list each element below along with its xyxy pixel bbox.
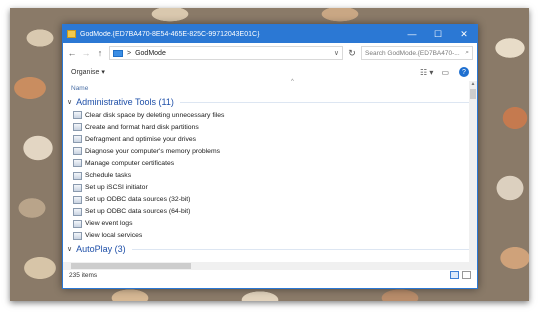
group-divider — [131, 248, 469, 250]
large-icons-view-icon[interactable] — [462, 271, 471, 279]
group-divider — [179, 101, 469, 103]
item-count: 235 items — [69, 271, 98, 279]
address-dropdown-icon[interactable]: ∨ — [334, 49, 339, 57]
group-label: AutoPlay (3) — [76, 244, 126, 255]
minimize-button[interactable]: — — [399, 25, 425, 43]
scroll-thumb[interactable] — [71, 263, 191, 269]
tool-icon — [73, 135, 82, 144]
back-button[interactable]: ← — [67, 48, 77, 58]
chevron-down-icon[interactable]: ∨ — [67, 245, 72, 253]
list-item[interactable]: Set up iSCSI initiator — [63, 182, 477, 194]
organise-button[interactable]: Organise ▾ — [71, 68, 412, 76]
tool-icon — [73, 171, 82, 180]
list-item-label: Diagnose your computer's memory problems — [85, 147, 221, 155]
list-item-label: Manage computer certificates — [85, 159, 175, 167]
scroll-up-icon[interactable]: ▲ — [469, 81, 477, 89]
vertical-scrollbar[interactable]: ▲ — [469, 81, 477, 270]
list-item[interactable]: View local services — [63, 230, 477, 242]
horizontal-scrollbar[interactable] — [63, 262, 469, 270]
tool-icon — [73, 231, 82, 240]
tool-icon — [73, 219, 82, 228]
address-bar[interactable]: > GodMode ∨ — [109, 46, 343, 60]
view-options-icon[interactable]: ☷ ▾ — [420, 68, 433, 77]
group-header-administrative-tools[interactable]: ∨ Administrative Tools (11) — [63, 95, 477, 109]
tool-icon — [73, 147, 82, 156]
column-name-label: Name — [71, 84, 89, 92]
list-item-label: Clear disk space by deleting unnecessary… — [85, 111, 225, 119]
command-bar: Organise ▾ ☷ ▾ ▭ ? — [63, 63, 477, 81]
list-item[interactable]: Schedule tasks — [63, 169, 477, 181]
list-item-label: Set up iSCSI initiator — [85, 184, 148, 192]
list-item[interactable]: Create and format hard disk partitions — [63, 121, 477, 133]
list-item-label: Schedule tasks — [85, 172, 132, 180]
list-item[interactable]: Defragment and optimise your drives — [63, 133, 477, 145]
breadcrumb-separator[interactable]: > — [127, 50, 131, 57]
address-row: ← → ↑ > GodMode ∨ ↻ Search GodMode.{ED7B… — [63, 43, 477, 63]
list-item-label: Create and format hard disk partitions — [85, 123, 199, 131]
list-item-label: View event logs — [85, 220, 133, 228]
sort-indicator-icon: ^ — [291, 79, 294, 85]
scroll-thumb[interactable] — [470, 89, 476, 99]
list-item-label: Set up ODBC data sources (32-bit) — [85, 196, 191, 204]
group-header-autoplay[interactable]: ∨ AutoPlay (3) — [63, 242, 477, 256]
search-placeholder: Search GodMode.{ED7BA470-... — [365, 49, 460, 57]
tool-icon — [73, 123, 82, 132]
up-button[interactable]: ↑ — [95, 48, 105, 58]
list-item[interactable]: Diagnose your computer's memory problems — [63, 145, 477, 157]
list-item-label: Defragment and optimise your drives — [85, 135, 197, 143]
refresh-button[interactable]: ↻ — [347, 48, 357, 59]
list-item-label: Set up ODBC data sources (64-bit) — [85, 208, 191, 216]
tool-icon — [73, 159, 82, 168]
tool-icon — [73, 195, 82, 204]
tool-icon — [73, 111, 82, 120]
chevron-down-icon[interactable]: ∨ — [67, 98, 72, 106]
window-title: GodMode.{ED7BA470-8E54-465E-825C-9971204… — [80, 30, 260, 38]
control-panel-icon — [113, 49, 123, 57]
list-item[interactable]: Clear disk space by deleting unnecessary… — [63, 109, 477, 121]
list-item-label: View local services — [85, 232, 143, 240]
group-label: Administrative Tools (11) — [76, 97, 174, 107]
tool-icon — [73, 183, 82, 192]
tool-icon — [73, 207, 82, 216]
title-bar[interactable]: GodMode.{ED7BA470-8E54-465E-825C-9971204… — [63, 25, 477, 43]
search-icon: ⌕ — [465, 49, 469, 56]
details-view-icon[interactable] — [450, 271, 459, 279]
search-input[interactable]: Search GodMode.{ED7BA470-... ⌕ — [361, 46, 473, 60]
column-header-name[interactable]: Name ^ — [63, 79, 477, 95]
status-bar: 235 items — [63, 270, 477, 280]
help-button[interactable]: ? — [459, 67, 469, 77]
folder-icon — [67, 30, 76, 38]
maximize-button[interactable]: ☐ — [425, 25, 451, 43]
list-item[interactable]: Set up ODBC data sources (32-bit) — [63, 194, 477, 206]
close-button[interactable]: ✕ — [451, 25, 477, 43]
list-item[interactable]: Manage computer certificates — [63, 157, 477, 169]
preview-pane-icon[interactable]: ▭ — [441, 68, 449, 77]
breadcrumb-godmode[interactable]: GodMode — [135, 50, 330, 57]
file-list: Name ^ ∨ Administrative Tools (11) Clear… — [63, 79, 477, 270]
forward-button[interactable]: → — [81, 48, 91, 58]
list-item[interactable]: Set up ODBC data sources (64-bit) — [63, 206, 477, 218]
list-item[interactable]: View event logs — [63, 218, 477, 230]
explorer-window: GodMode.{ED7BA470-8E54-465E-825C-9971204… — [62, 24, 478, 289]
